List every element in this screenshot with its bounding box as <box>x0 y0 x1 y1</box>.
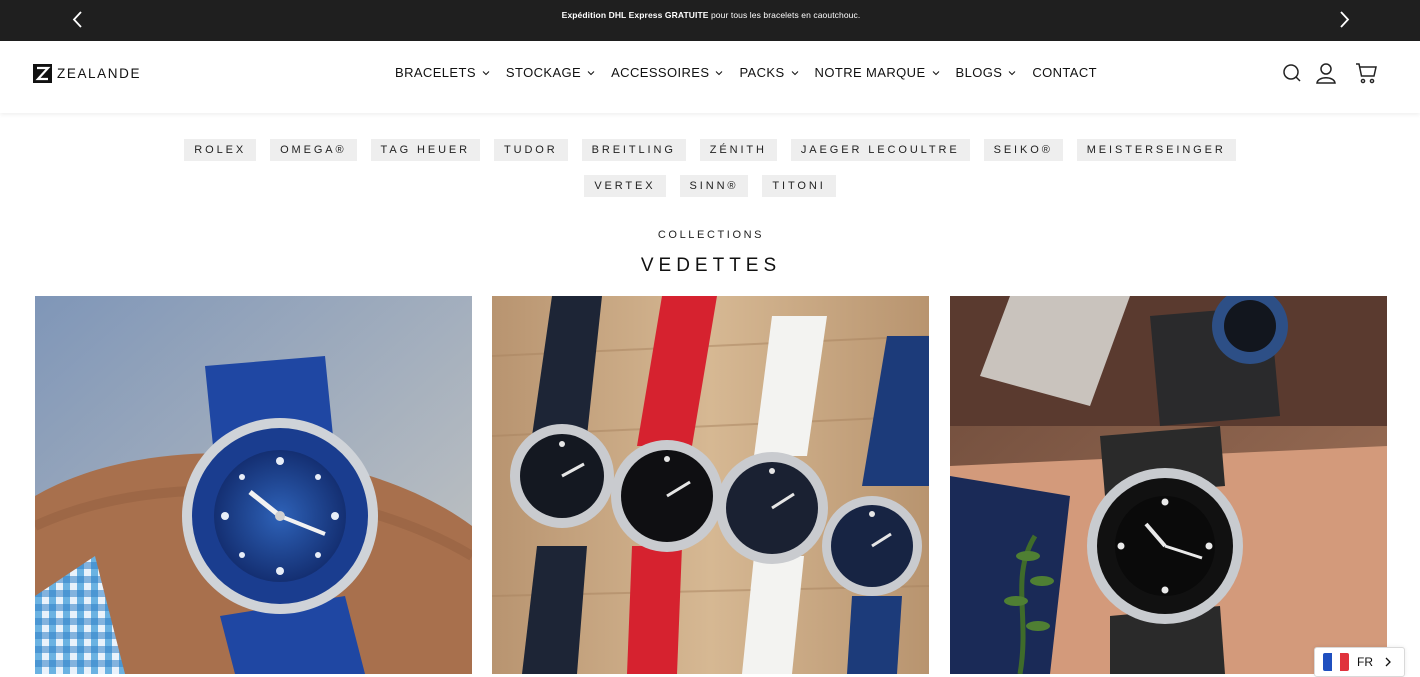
cart-icon[interactable] <box>1355 61 1379 85</box>
chevron-down-icon <box>587 70 595 75</box>
nav-item-bracelets[interactable]: BRACELETS <box>395 65 490 80</box>
brand-chip-jaeger-lecoultre[interactable]: JAEGER LECOULTRE <box>790 139 970 161</box>
nav-item-label: ACCESSOIRES <box>611 65 710 80</box>
language-code: FR <box>1357 655 1373 669</box>
chevron-down-icon <box>482 70 490 75</box>
collection-card-3[interactable] <box>950 296 1387 674</box>
collection-image-blue-watch-on-wrist <box>35 296 472 674</box>
collection-card-1[interactable] <box>35 296 472 674</box>
chevron-down-icon <box>716 70 723 75</box>
nav-item-label: BRACELETS <box>395 65 476 80</box>
announcement-bold-text: Expédition DHL Express GRATUITE <box>561 10 709 20</box>
collection-image-four-watches-on-wood <box>492 296 929 674</box>
brand-filter-row-1: ROLEX OMEGA® TAG HEUER TUDOR BREITLING Z… <box>0 139 1420 161</box>
brand-chip-rolex[interactable]: ROLEX <box>184 139 257 161</box>
nav-item-packs[interactable]: PACKS <box>739 65 798 80</box>
collection-image-black-watch-on-wrist <box>950 296 1387 674</box>
header-icons <box>1280 61 1379 85</box>
collection-card-2[interactable] <box>492 296 929 674</box>
brand-name: ZEALANDE <box>57 65 142 81</box>
announcement-bar: Expédition DHL Express GRATUITE pour tou… <box>0 0 1420 41</box>
zealande-logo-icon <box>33 63 52 83</box>
chevron-right-icon <box>1385 657 1391 667</box>
brand-chip-zenith[interactable]: ZÉNITH <box>699 139 777 161</box>
search-icon[interactable] <box>1280 61 1304 85</box>
chevron-down-icon <box>1008 70 1016 75</box>
nav-item-notre-marque[interactable]: NOTRE MARQUE <box>815 65 940 80</box>
announcement-rest-text: pour tous les bracelets en caoutchouc. <box>708 10 861 20</box>
announcement-message[interactable]: Expédition DHL Express GRATUITE pour tou… <box>0 10 1420 20</box>
site-header: ZEALANDE BRACELETS STOCKAGE ACCESSOIRES … <box>0 41 1420 113</box>
nav-item-accessoires[interactable]: ACCESSOIRES <box>611 65 723 80</box>
account-icon[interactable] <box>1314 61 1338 85</box>
france-flag-icon <box>1323 653 1349 671</box>
nav-item-contact[interactable]: CONTACT <box>1032 65 1097 80</box>
logo-link[interactable]: ZEALANDE <box>33 63 141 83</box>
main-navigation: BRACELETS STOCKAGE ACCESSOIRES PACKS NOT… <box>395 65 1113 80</box>
nav-item-label: NOTRE MARQUE <box>814 65 926 80</box>
nav-item-label: CONTACT <box>1032 65 1097 80</box>
nav-item-label: PACKS <box>739 65 785 80</box>
brand-chip-breitling[interactable]: BREITLING <box>581 139 686 161</box>
nav-item-blogs[interactable]: BLOGS <box>956 65 1017 80</box>
section-eyebrow: COLLECTIONS <box>657 229 765 241</box>
brand-chip-vertex[interactable]: VERTEX <box>584 175 666 197</box>
next-announcement-arrow-icon[interactable] <box>1332 8 1356 32</box>
brand-chip-meisterseinger[interactable]: MEISTERSEINGER <box>1076 139 1236 161</box>
brand-chip-omega[interactable]: OMEGA® <box>270 139 357 161</box>
brand-filter-row-2: VERTEX SINN® TITONI <box>0 175 1420 197</box>
chevron-down-icon <box>932 70 939 75</box>
brand-chip-seiko[interactable]: SEIKO® <box>983 139 1063 161</box>
nav-item-label: STOCKAGE <box>505 65 582 80</box>
nav-item-stockage[interactable]: STOCKAGE <box>506 65 595 80</box>
brand-chip-sinn[interactable]: SINN® <box>679 175 749 197</box>
language-selector[interactable]: FR <box>1314 647 1405 677</box>
nav-item-label: BLOGS <box>955 65 1003 80</box>
section-title: VEDETTES <box>640 255 782 276</box>
brand-chip-tudor[interactable]: TUDOR <box>494 139 568 161</box>
chevron-down-icon <box>791 70 798 75</box>
brand-chip-titoni[interactable]: TITONI <box>762 175 836 197</box>
brand-chip-tag-heuer[interactable]: TAG HEUER <box>370 139 480 161</box>
